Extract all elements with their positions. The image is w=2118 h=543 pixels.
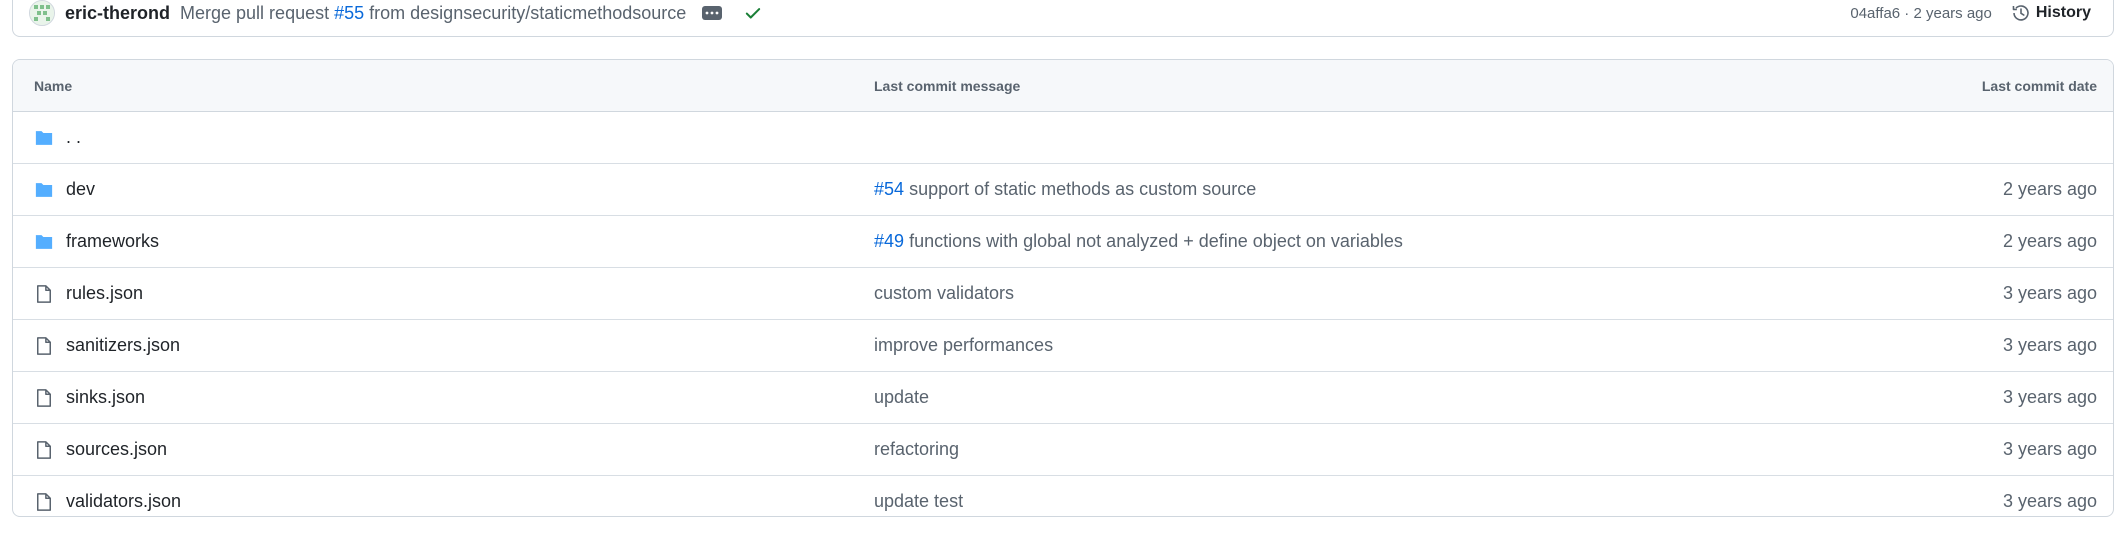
table-row[interactable]: sinks.json update 3 years ago <box>13 372 2113 424</box>
commit-pr-link[interactable]: #49 <box>874 231 904 251</box>
history-icon <box>2012 5 2029 21</box>
file-name-link[interactable]: rules.json <box>66 283 143 304</box>
file-name-link[interactable]: validators.json <box>66 491 181 512</box>
commit-status-check[interactable] <box>744 4 762 22</box>
commit-message-link[interactable]: update <box>874 387 929 407</box>
folder-icon <box>35 131 53 145</box>
file-name-link[interactable]: sources.json <box>66 439 167 460</box>
commit-author-link[interactable]: eric-therond <box>65 3 170 24</box>
file-name-link[interactable]: sanitizers.json <box>66 335 180 356</box>
commit-pr-link[interactable]: #55 <box>334 3 364 23</box>
table-row[interactable]: sources.json refactoring 3 years ago <box>13 424 2113 476</box>
file-name-link[interactable]: dev <box>66 179 95 200</box>
commit-message-link[interactable]: support of static methods as custom sour… <box>909 179 1256 199</box>
commit-message-cell: #49 functions with global not analyzed +… <box>874 231 1403 252</box>
commit-message-link[interactable]: Merge pull request <box>180 3 334 23</box>
ellipsis-icon <box>705 11 719 15</box>
header-last-commit-message: Last commit message <box>874 78 1021 94</box>
author-avatar[interactable] <box>29 0 55 26</box>
commit-message-link[interactable]: improve performances <box>874 335 1053 355</box>
commit-message-link[interactable]: functions with global not analyzed + def… <box>909 231 1403 251</box>
commit-date: 3 years ago <box>2002 283 2097 303</box>
parent-directory-link[interactable]: . . <box>66 127 81 148</box>
header-name: Name <box>34 78 73 94</box>
folder-icon <box>35 235 53 249</box>
check-icon <box>746 8 761 19</box>
meta-separator: · <box>1900 4 1914 22</box>
table-row[interactable]: validators.json update test 3 years ago <box>13 476 2113 516</box>
file-icon <box>37 285 51 303</box>
latest-commit-summary: eric-therond Merge pull request #55 from… <box>29 0 762 26</box>
latest-commit-meta: 04affa6 · 2 years ago History <box>1850 0 2091 26</box>
commit-message-cell: improve performances <box>874 335 1053 356</box>
commit-date: 3 years ago <box>2002 335 2097 355</box>
commit-date: 2 years ago <box>2002 179 2097 199</box>
latest-commit-bar: eric-therond Merge pull request #55 from… <box>12 0 2114 37</box>
expand-commit-message-button[interactable] <box>702 6 723 20</box>
identicon-icon <box>30 1 54 25</box>
header-last-commit-date: Last commit date <box>1981 78 2097 94</box>
file-table-header: Name Last commit message Last commit dat… <box>13 60 2113 112</box>
file-table: Name Last commit message Last commit dat… <box>12 59 2114 517</box>
commit-sha-age: 04affa6 · 2 years ago <box>1850 5 1992 22</box>
commit-date: 3 years ago <box>2002 387 2097 407</box>
commit-date: 2 years ago <box>2002 231 2097 251</box>
history-button[interactable]: History <box>2012 4 2091 22</box>
file-icon <box>37 493 51 511</box>
commit-message-cell: #54 support of static methods as custom … <box>874 179 1256 200</box>
commit-message-link[interactable]: refactoring <box>874 439 959 459</box>
commit-message-link[interactable]: custom validators <box>874 283 1014 303</box>
file-icon <box>37 389 51 407</box>
file-name-link[interactable]: frameworks <box>66 231 159 252</box>
commit-message-link[interactable]: update test <box>874 491 963 511</box>
commit-message-suffix-link[interactable]: from designsecurity/staticmethodsource <box>364 3 686 23</box>
history-label: History <box>2035 4 2091 21</box>
commit-message-cell: custom validators <box>874 283 1014 304</box>
file-icon <box>37 441 51 459</box>
commit-date: 3 years ago <box>2002 491 2097 511</box>
file-icon <box>37 337 51 355</box>
parent-directory-row[interactable]: . . <box>13 112 2113 164</box>
file-name-link[interactable]: sinks.json <box>66 387 145 408</box>
commit-message: Merge pull request #55 from designsecuri… <box>180 3 686 24</box>
commit-message-cell: update test <box>874 491 963 512</box>
commit-pr-link[interactable]: #54 <box>874 179 904 199</box>
table-row[interactable]: sanitizers.json improve performances 3 y… <box>13 320 2113 372</box>
commit-date: 3 years ago <box>2002 439 2097 459</box>
commit-sha-link[interactable]: 04affa6 <box>1850 5 1900 22</box>
commit-message-cell: update <box>874 387 929 408</box>
commit-message-cell: refactoring <box>874 439 959 460</box>
table-row[interactable]: rules.json custom validators 3 years ago <box>13 268 2113 320</box>
table-row[interactable]: frameworks #49 functions with global not… <box>13 216 2113 268</box>
table-row[interactable]: dev #54 support of static methods as cus… <box>13 164 2113 216</box>
folder-icon <box>35 183 53 197</box>
commit-age: 2 years ago <box>1913 4 1992 22</box>
